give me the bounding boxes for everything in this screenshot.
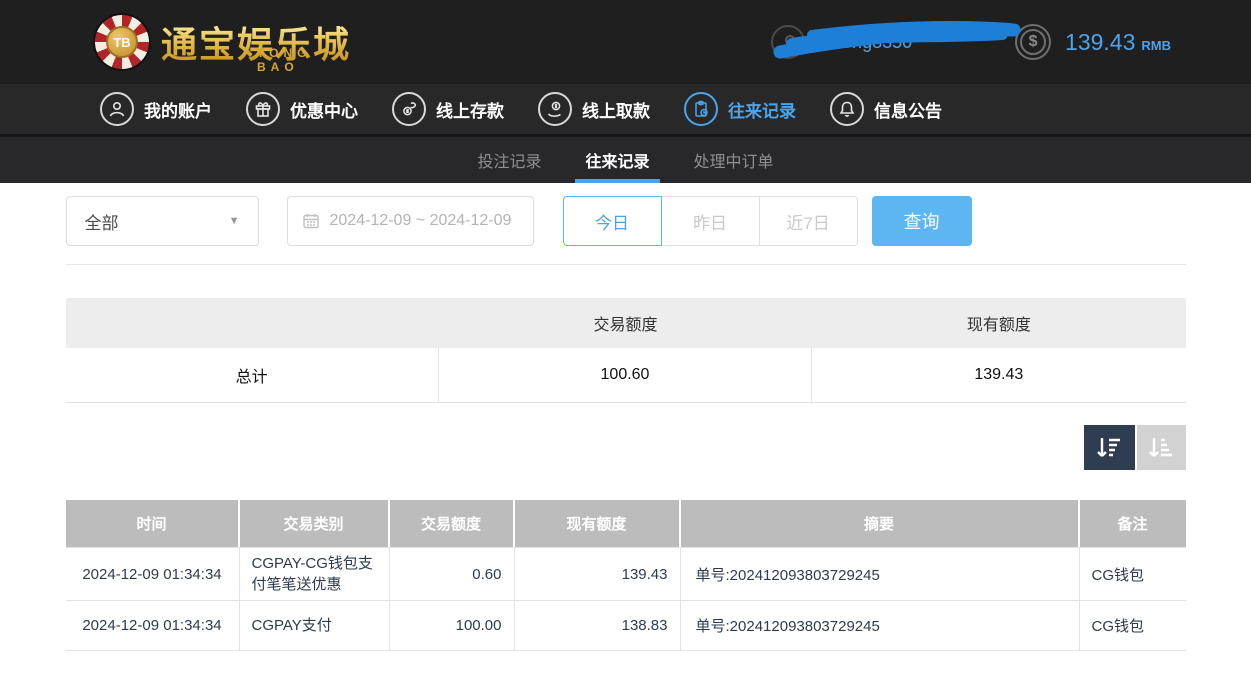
content-area: 全部 ▼ 2024-12-09 ~ 2024-12-09 今日 昨日 近7日 查… <box>65 196 1186 651</box>
tab-processing-orders[interactable]: 处理中订单 <box>672 137 796 183</box>
summary-header-row: 交易额度 现有额度 <box>65 298 1186 348</box>
nav-item-promotions[interactable]: 优惠中心 <box>246 92 358 126</box>
cell-summary: 单号:202412093803729245 <box>681 601 1080 650</box>
quick-btn-yesterday[interactable]: 昨日 <box>660 196 760 246</box>
poker-chip-icon: TB <box>95 15 149 69</box>
balance-amount: 139.43 <box>1065 28 1136 55</box>
col-header-summary: 摘要 <box>681 500 1080 547</box>
nav-item-announcements[interactable]: 信息公告 <box>830 92 942 126</box>
records-icon <box>684 92 718 126</box>
summary-transaction-total: 100.60 <box>439 348 813 402</box>
quick-btn-last7days[interactable]: 近7日 <box>758 196 858 246</box>
withdraw-icon <box>538 92 572 126</box>
balance-dollar-icon: $ <box>1015 24 1052 60</box>
cell-amount: 0.60 <box>390 548 515 600</box>
tab-bet-records[interactable]: 投注记录 <box>455 137 563 183</box>
cell-remark: CG钱包 <box>1091 566 1145 584</box>
top-bar: TB 通宝娱乐城 TONG BAO cheng8350 $ 139.43 RMB <box>0 0 1251 84</box>
balance-currency: RMB <box>1141 37 1171 53</box>
main-nav: 我的账户 优惠中心 线上存款 线上取款 往来记录 信息公告 <box>0 84 1251 134</box>
table-row: 2024-12-09 01:34:34 CGPAY支付 100.00 138.8… <box>65 600 1186 650</box>
cell-type: CGPAY支付 <box>240 601 390 650</box>
user-icon <box>100 92 134 126</box>
search-button[interactable]: 查询 <box>871 196 972 246</box>
cell-balance: 138.83 <box>515 601 681 650</box>
nav-item-withdraw[interactable]: 线上取款 <box>538 92 650 126</box>
cell-time: 2024-12-09 01:34:34 <box>66 601 240 650</box>
account-area: cheng8350 $ 139.43 RMB <box>771 0 1171 84</box>
chip-label: TB <box>106 26 138 58</box>
type-select[interactable]: 全部 ▼ <box>65 196 259 246</box>
calendar-icon <box>302 214 319 229</box>
announcement-icon <box>830 92 864 126</box>
nav-item-transaction-records[interactable]: 往来记录 <box>684 92 796 126</box>
summary-total-label: 总计 <box>66 348 439 402</box>
quick-date-group: 今日 昨日 近7日 <box>562 196 858 246</box>
nav-item-deposit[interactable]: 线上存款 <box>392 92 504 126</box>
col-header-amount: 交易额度 <box>390 500 515 547</box>
chevron-down-icon: ▼ <box>228 215 240 227</box>
logo-subtitle: TONG BAO <box>257 46 312 74</box>
logo-text: 通宝娱乐城 TONG BAO <box>161 16 351 74</box>
summary-total-row: 总计 100.60 139.43 <box>65 348 1186 403</box>
summary-header-transaction: 交易额度 <box>593 317 658 334</box>
records-header-row: 时间 交易类别 交易额度 现有额度 摘要 备注 <box>65 500 1186 547</box>
cell-amount: 100.00 <box>390 601 515 650</box>
gift-icon <box>246 92 280 126</box>
cell-type: CGPAY-CG钱包支付笔笔送优惠 <box>240 548 390 600</box>
summary-current-total: 139.43 <box>974 366 1024 383</box>
cell-summary: 单号:202412093803729245 <box>681 548 1080 600</box>
quick-btn-today[interactable]: 今日 <box>562 196 662 246</box>
filter-row: 全部 ▼ 2024-12-09 ~ 2024-12-09 今日 昨日 近7日 查… <box>65 196 1186 246</box>
sort-descending-icon <box>1097 437 1120 457</box>
col-header-balance: 现有额度 <box>515 500 681 547</box>
cell-time: 2024-12-09 01:34:34 <box>66 548 240 600</box>
records-table: 时间 交易类别 交易额度 现有额度 摘要 备注 2024-12-09 01:34… <box>65 500 1186 651</box>
cell-balance: 139.43 <box>515 548 681 600</box>
username-text: cheng8350 <box>823 32 913 52</box>
summary-table: 交易额度 现有额度 总计 100.60 139.43 <box>65 298 1186 403</box>
nav-item-my-account[interactable]: 我的账户 <box>100 92 212 126</box>
filter-separator <box>65 264 1186 265</box>
sort-descending-button[interactable] <box>1083 425 1135 470</box>
deposit-icon <box>392 92 426 126</box>
sort-ascending-button[interactable] <box>1136 425 1186 470</box>
date-range-input[interactable]: 2024-12-09 ~ 2024-12-09 <box>286 196 534 246</box>
username-wrap: cheng8350 <box>773 20 1021 64</box>
summary-header-empty <box>66 298 439 348</box>
tab-transaction-records[interactable]: 往来记录 <box>563 137 671 183</box>
avatar-icon <box>771 25 806 59</box>
col-header-remark: 备注 <box>1117 516 1148 533</box>
sub-nav: 投注记录 往来记录 处理中订单 <box>0 137 1251 183</box>
table-row: 2024-12-09 01:34:34 CGPAY-CG钱包支付笔笔送优惠 0.… <box>65 547 1186 600</box>
col-header-type: 交易类别 <box>240 500 390 547</box>
sort-ascending-icon <box>1149 437 1172 457</box>
sort-controls <box>66 425 1186 470</box>
cell-remark: CG钱包 <box>1091 618 1145 635</box>
col-header-time: 时间 <box>66 500 240 547</box>
brand-logo[interactable]: TB 通宝娱乐城 TONG BAO <box>95 15 351 74</box>
active-tab-underline <box>575 179 660 183</box>
summary-header-current: 现有额度 <box>966 317 1031 334</box>
